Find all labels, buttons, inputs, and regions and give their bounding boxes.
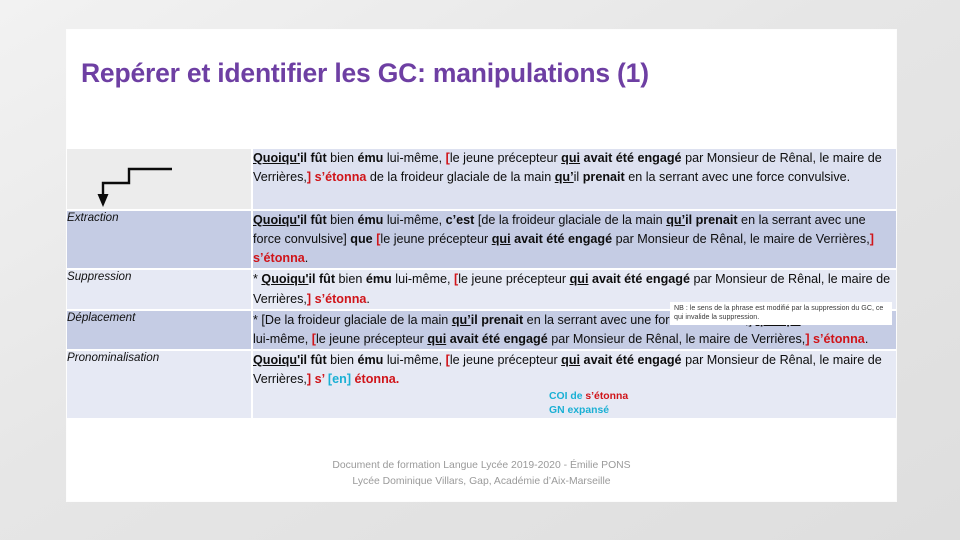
page-title: Repérer et identifier les GC: manipulati… [81, 58, 649, 88]
row-text-cell: Quoiqu'il fût bien ému lui-même, [le jeu… [253, 149, 896, 211]
table-row: Extraction Quoiqu'il fût bien ému lui-mê… [67, 211, 896, 271]
row-icon-cell [67, 149, 253, 211]
pronominalisation-annotation: COI de s’étonna GN expansé [253, 390, 896, 418]
row-text-cell: * Quoiqu'il fût bien ému lui-même, [le j… [253, 270, 896, 325]
row-label-deplacement: Déplacement [67, 310, 253, 351]
sentence-rich: * Quoiqu'il fût bien ému lui-même, [le j… [253, 272, 891, 306]
elbow-arrow-svg [97, 167, 172, 207]
footer-line-2: Lycée Dominique Villars, Gap, Académie d… [352, 475, 611, 487]
table-row: Suppression * Quoiqu'il fût bien ému lui… [67, 270, 896, 325]
elbow-arrow-down-icon [67, 149, 237, 209]
annotation-line-2: GN expansé [549, 405, 610, 417]
annotation-coi-label: COI de [549, 391, 586, 403]
footer-line-1: Document de formation Langue Lycée 2019-… [332, 460, 631, 471]
annotation-line-1: COI de s’étonna [549, 390, 896, 404]
row-label-pronominalisation: Pronominalisation [67, 350, 253, 421]
row-text-cell: Quoiqu'il fût bien ému lui-même, [le jeu… [253, 350, 896, 421]
annotation-coi-verb: s’étonna [585, 391, 629, 403]
sentence-rich: Quoiqu'il fût bien ému lui-même, c’est [… [253, 213, 874, 266]
footer: Document de formation Langue Lycée 2019-… [67, 458, 896, 489]
table-row: Quoiqu'il fût bien ému lui-même, [le jeu… [67, 149, 896, 211]
table-row: Pronominalisation Quoiqu'il fût bien ému… [67, 350, 896, 421]
slide: Repérer et identifier les GC: manipulati… [67, 30, 896, 501]
row-label-extraction: Extraction [67, 211, 253, 271]
row-label-suppression: Suppression [67, 270, 253, 311]
row-text-cell: Quoiqu'il fût bien ému lui-même, c’est [… [253, 211, 896, 271]
manipulations-table: Quoiqu'il fût bien ému lui-même, [le jeu… [67, 149, 896, 421]
sentence-rich: Quoiqu'il fût bien ému lui-même, [le jeu… [253, 151, 882, 185]
table-body: Quoiqu'il fût bien ému lui-même, [le jeu… [67, 149, 896, 421]
nb-note: NB : le sens de la phrase est modifié pa… [670, 301, 892, 325]
sentence-rich: Quoiqu'il fût bien ému lui-même, [le jeu… [253, 352, 882, 387]
